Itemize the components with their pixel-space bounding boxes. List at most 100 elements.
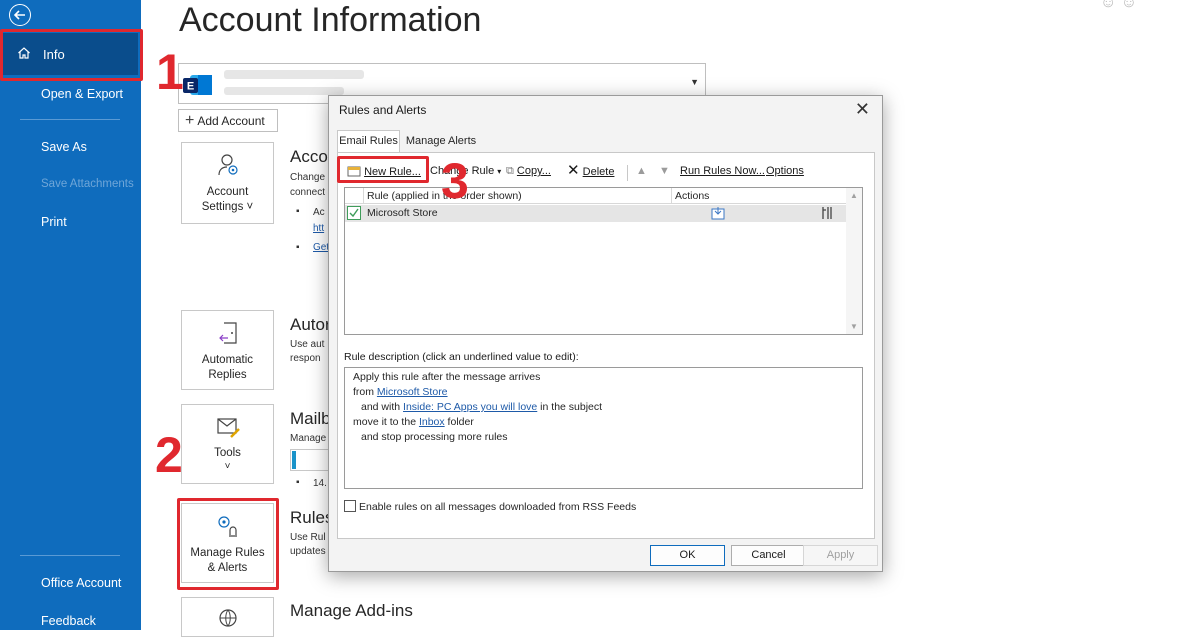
toolbar-divider: [627, 165, 628, 181]
apply-button: Apply: [803, 545, 878, 566]
checkbox-icon[interactable]: [344, 500, 356, 512]
rule-name: Microsoft Store: [367, 207, 438, 219]
tile-label: Replies: [208, 369, 247, 381]
redacted-account-name: [224, 70, 364, 79]
copy-rule-button[interactable]: ⧉ Copy...: [506, 165, 551, 178]
delete-label: Delete: [582, 166, 615, 178]
delete-rule-button[interactable]: ✕ Delete: [567, 162, 615, 179]
delete-x-icon: ✕: [567, 162, 580, 179]
bullet-icon: ▪: [296, 242, 300, 253]
copy-icon: ⧉: [506, 165, 514, 177]
rss-rules-label: Enable rules on all messages downloaded …: [359, 501, 637, 513]
mailbox-usage-bar: [290, 449, 330, 471]
sidebar-item-print[interactable]: Print: [41, 215, 67, 229]
section-title: Autor: [290, 315, 331, 334]
chevron-down-icon: ˅: [224, 461, 231, 472]
cancel-button[interactable]: Cancel: [731, 545, 806, 566]
move-up-icon[interactable]: ▲: [636, 165, 647, 177]
section-text: connect: [290, 187, 326, 198]
sidebar-item-open-export[interactable]: Open & Export: [41, 87, 123, 101]
get-app-link[interactable]: Get: [313, 242, 329, 253]
description-line: Apply this rule after the message arrive…: [353, 371, 541, 383]
options-label: Options: [766, 165, 804, 177]
description-line: and stop processing more rules: [361, 431, 508, 443]
section-text: respon: [290, 353, 321, 364]
section-text: Use Rul: [290, 532, 326, 543]
section-text: Use aut: [290, 339, 325, 350]
tile-label: Account: [206, 186, 249, 198]
rule-description-box: Apply this rule after the message arrive…: [344, 367, 863, 489]
add-account-button[interactable]: + Add Account: [178, 109, 278, 132]
sidebar-item-office-account[interactable]: Office Account: [41, 576, 121, 590]
highlight-box-info: [0, 29, 143, 81]
section-text: Change: [290, 172, 326, 183]
section-text: updates: [290, 546, 326, 557]
sidebar-divider: [20, 119, 120, 120]
description-line: move it to the Inbox folder: [353, 416, 474, 428]
page-title: Account Information: [179, 1, 482, 39]
section-title: Manage Add-ins: [290, 601, 413, 620]
sidebar-divider: [20, 555, 120, 556]
bullet-icon: ▪: [296, 477, 300, 488]
tab-email-rules[interactable]: Email Rules: [337, 130, 400, 153]
bullet-icon: ▪: [296, 206, 300, 217]
copy-label: Copy...: [516, 165, 551, 177]
run-rules-now-button[interactable]: Run Rules Now...: [680, 165, 765, 177]
section-text: 14.: [313, 478, 327, 489]
rss-rules-checkbox[interactable]: Enable rules on all messages downloaded …: [344, 500, 636, 513]
from-sender-link[interactable]: Microsoft Store: [377, 386, 448, 398]
sidebar-item-feedback[interactable]: Feedback: [41, 614, 96, 628]
section-title: Mailb: [290, 409, 331, 428]
ok-button[interactable]: OK: [650, 545, 725, 566]
backstage-sidebar: Info Open & Export Save As Save Attachme…: [0, 0, 141, 630]
manage-addins-button[interactable]: [181, 597, 274, 637]
account-settings-button[interactable]: Account Settings ˅: [181, 142, 274, 224]
add-account-label: Add Account: [197, 114, 265, 128]
automatic-replies-button[interactable]: Automatic Replies: [181, 310, 274, 390]
target-folder-link[interactable]: Inbox: [419, 416, 445, 428]
rules-list: Rule (applied in the order shown) Action…: [344, 187, 863, 335]
svg-text:E: E: [187, 81, 194, 93]
column-divider: [671, 188, 672, 204]
back-arrow-icon[interactable]: [9, 4, 31, 26]
move-to-folder-icon: [711, 207, 725, 220]
tile-label: Settings ˅: [201, 201, 254, 213]
table-row[interactable]: Microsoft Store: [345, 205, 847, 222]
account-link[interactable]: htt: [313, 223, 324, 234]
account-settings-icon: [218, 154, 238, 176]
chevron-down-icon: ▼: [690, 77, 699, 87]
tab-manage-alerts[interactable]: Manage Alerts: [402, 131, 480, 152]
step-number-2: 2: [155, 427, 183, 483]
sidebar-item-save-as[interactable]: Save As: [41, 140, 87, 154]
section-title: Acco: [290, 147, 328, 166]
column-divider: [363, 188, 364, 204]
subject-words-link[interactable]: Inside: PC Apps you will love: [403, 401, 537, 413]
stop-processing-icon: [822, 207, 832, 219]
column-header-actions[interactable]: Actions: [675, 190, 709, 202]
sidebar-item-save-attachments: Save Attachments: [41, 178, 134, 190]
description-line: from Microsoft Store: [353, 386, 448, 398]
tools-button[interactable]: Tools ˅: [181, 404, 274, 484]
dialog-title: Rules and Alerts: [339, 103, 427, 117]
rule-enabled-checkbox[interactable]: [347, 206, 361, 220]
section-title: Rules: [290, 508, 334, 527]
smiley-icons: ☺ ☺: [1100, 0, 1138, 11]
options-button[interactable]: Options: [766, 165, 804, 177]
description-line: and with Inside: PC Apps you will love i…: [361, 401, 603, 413]
plus-icon: +: [185, 112, 195, 129]
mailbox-tools-icon: [217, 418, 240, 438]
rule-description-label: Rule description (click an underlined va…: [344, 351, 579, 363]
exchange-icon: E: [183, 75, 212, 95]
highlight-box-new-rule: [337, 156, 429, 183]
rules-list-header: Rule (applied in the order shown) Action…: [345, 188, 847, 204]
run-rules-now-label: Run Rules Now...: [680, 165, 765, 177]
section-text: Ac: [313, 207, 325, 218]
close-icon[interactable]: ✕: [855, 99, 870, 120]
step-number-3: 3: [441, 153, 469, 209]
move-down-icon[interactable]: ▼: [659, 165, 670, 177]
email-rules-panel: New Rule... Change Rule ▾ ⧉ Copy... ✕ De…: [337, 152, 875, 539]
rules-list-scrollbar[interactable]: ▲ ▼: [846, 188, 862, 334]
section-text: Manage: [290, 433, 327, 444]
highlight-box-manage-rules: [177, 498, 279, 590]
globe-icon: [219, 609, 237, 627]
